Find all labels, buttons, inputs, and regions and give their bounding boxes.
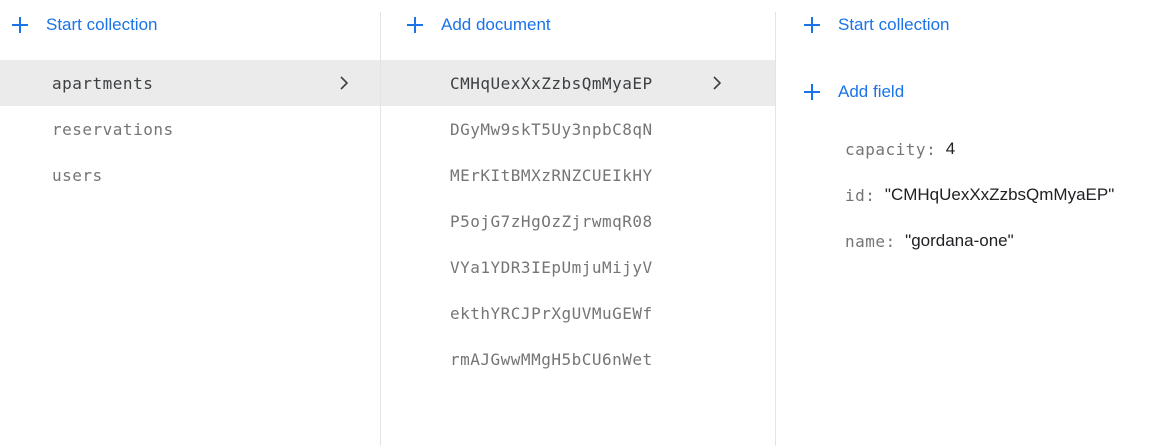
collections-list: apartments reservations users [0,60,381,198]
document-id: P5ojG7zHgOzZjrwmqR08 [450,211,653,231]
add-field-label: Add field [838,82,905,101]
document-id: MErKItBMXzRNZCUEIkHY [450,165,653,185]
document-item[interactable]: ekthYRCJPrXgUVMuGEWf [381,290,776,336]
document-fields-panel: Start collection Add field capacity: 4 i… [776,0,1163,446]
document-item[interactable]: DGyMw9skT5Uy3npbC8qN [381,106,776,152]
field-row-name[interactable]: name: "gordana-one" [845,218,1163,264]
document-id: ekthYRCJPrXgUVMuGEWf [450,303,653,323]
add-document-label: Add document [441,15,551,34]
plus-icon [407,17,423,33]
start-subcollection-label: Start collection [838,15,950,34]
document-id: CMHqUexXxZzbsQmMyaEP [450,73,653,93]
add-field-button[interactable]: Add field [804,78,904,106]
document-id: DGyMw9skT5Uy3npbC8qN [450,119,653,139]
collection-item-apartments[interactable]: apartments [0,60,381,106]
field-key: id [845,185,866,205]
field-list: capacity: 4 id: "CMHqUexXxZzbsQmMyaEP" n… [845,126,1163,264]
field-value: 4 [945,139,956,158]
documents-panel: Add document CMHqUexXxZzbsQmMyaEP DGyMw9… [381,0,776,446]
plus-icon [804,84,820,100]
field-value: "CMHqUexXxZzbsQmMyaEP" [884,185,1115,204]
field-value: "gordana-one" [905,231,1014,250]
collection-item-reservations[interactable]: reservations [0,106,381,152]
document-item[interactable]: P5ojG7zHgOzZjrwmqR08 [381,198,776,244]
plus-icon [804,17,820,33]
plus-icon [12,17,28,33]
collection-item-users[interactable]: users [0,152,381,198]
collections-panel: Start collection apartments reservations… [0,0,381,446]
start-collection-button[interactable]: Start collection [12,11,158,39]
document-id: VYa1YDR3IEpUmjuMijyV [450,257,653,277]
field-key: name [845,231,886,251]
document-item[interactable]: VYa1YDR3IEpUmjuMijyV [381,244,776,290]
document-id: rmAJGwwMMgH5bCU6nWet [450,349,653,369]
chevron-right-icon [340,76,349,90]
collection-item-label: apartments [52,73,154,93]
field-row-capacity[interactable]: capacity: 4 [845,126,1163,172]
document-item[interactable]: MErKItBMXzRNZCUEIkHY [381,152,776,198]
documents-list: CMHqUexXxZzbsQmMyaEP DGyMw9skT5Uy3npbC8q… [381,60,776,382]
add-document-button[interactable]: Add document [407,11,551,39]
document-item[interactable]: CMHqUexXxZzbsQmMyaEP [381,60,776,106]
collection-item-label: reservations [52,119,174,139]
document-item[interactable]: rmAJGwwMMgH5bCU6nWet [381,336,776,382]
chevron-right-icon [713,76,722,90]
start-collection-label: Start collection [46,15,158,34]
start-subcollection-button[interactable]: Start collection [804,11,950,39]
field-key: capacity [845,139,927,159]
collection-item-label: users [52,165,103,185]
field-row-id[interactable]: id: "CMHqUexXxZzbsQmMyaEP" [845,172,1163,218]
